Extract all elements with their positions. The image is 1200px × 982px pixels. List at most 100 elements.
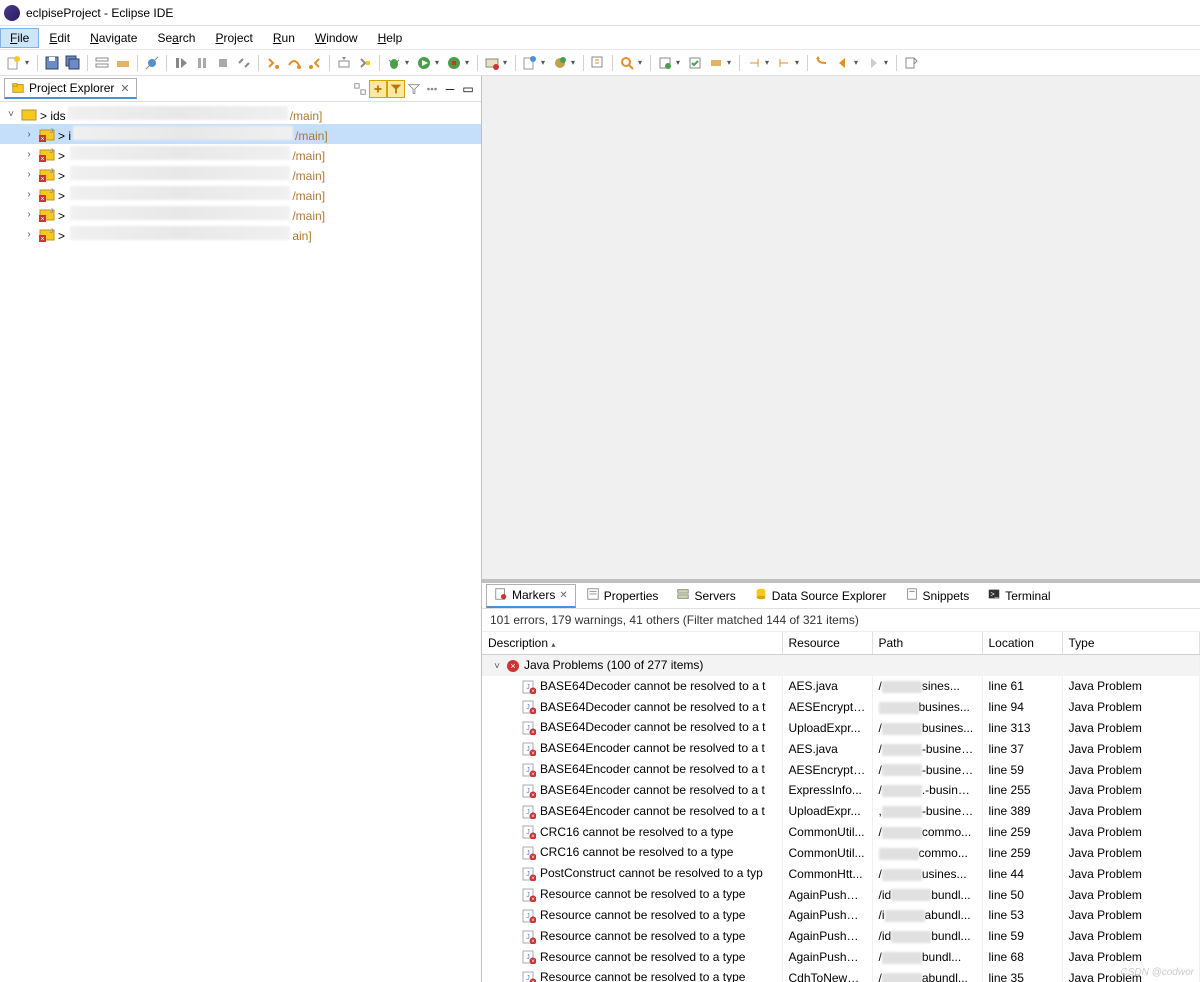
maximize-button[interactable]: ▭ [459,80,477,98]
new-package-button[interactable] [550,53,570,73]
tree-item[interactable]: ›×J> /main] [0,144,481,164]
terminate-button[interactable] [213,53,233,73]
problem-row[interactable]: J×BASE64Encoder cannot be resolved to a … [482,801,1200,822]
step-over-button[interactable] [284,53,304,73]
run-button[interactable] [414,53,434,73]
problem-row[interactable]: J×BASE64Decoder cannot be resolved to a … [482,717,1200,738]
pin-editor-button[interactable] [901,53,921,73]
tree-item[interactable]: ›×J> /main] [0,184,481,204]
dropdown-caret[interactable]: ▾ [503,58,511,67]
tab-servers[interactable]: Servers [668,584,743,607]
resume-button[interactable] [171,53,191,73]
search-button[interactable] [617,53,637,73]
suspend-button[interactable] [192,53,212,73]
step-into-button[interactable] [263,53,283,73]
problem-row[interactable]: J×Resource cannot be resolved to a typeA… [482,926,1200,947]
menu-help[interactable]: Help [368,28,413,48]
pin-button[interactable] [706,53,726,73]
problem-row[interactable]: J×Resource cannot be resolved to a typeA… [482,947,1200,968]
tree-item[interactable]: ›×J> i/main] [0,124,481,144]
menu-project[interactable]: Project [205,28,262,48]
dropdown-caret[interactable]: ▾ [571,58,579,67]
menu-window[interactable]: Window [305,28,368,48]
menu-search[interactable]: Search [147,28,205,48]
expand-toggle[interactable]: › [22,149,36,160]
menu-navigate[interactable]: Navigate [80,28,147,48]
toggle-breadcrumb-button[interactable] [92,53,112,73]
close-tab-button[interactable]: ✕ [559,590,567,601]
tab-properties[interactable]: Properties [578,584,667,607]
step-return-button[interactable] [305,53,325,73]
dropdown-caret[interactable]: ▾ [465,58,473,67]
disconnect-button[interactable] [234,53,254,73]
problem-row[interactable]: J×BASE64Encoder cannot be resolved to a … [482,780,1200,801]
column-description[interactable]: Description ▴ [482,632,782,655]
tab-terminal[interactable]: >_Terminal [979,584,1058,607]
dropdown-caret[interactable]: ▾ [765,58,773,67]
new-button[interactable] [4,53,24,73]
tree-item[interactable]: ›×J> /main] [0,164,481,184]
problem-row[interactable]: J×BASE64Decoder cannot be resolved to a … [482,676,1200,697]
problem-row[interactable]: J×BASE64Decoder cannot be resolved to a … [482,697,1200,718]
open-type-button[interactable] [588,53,608,73]
run-server-button[interactable] [482,53,502,73]
column-type[interactable]: Type [1062,632,1200,655]
dropdown-caret[interactable]: ▾ [541,58,549,67]
menu-run[interactable]: Run [263,28,305,48]
dropdown-caret[interactable]: ▾ [435,58,443,67]
dropdown-caret[interactable]: ▾ [727,58,735,67]
view-menu-button[interactable] [423,80,441,98]
markers-table[interactable]: Description ▴ResourcePathLocationType ˅×… [482,632,1200,982]
new-java-button[interactable] [520,53,540,73]
problem-row[interactable]: J×Resource cannot be resolved to a typeA… [482,905,1200,926]
column-location[interactable]: Location [982,632,1062,655]
expand-toggle[interactable]: › [22,229,36,240]
problem-row[interactable]: J×CRC16 cannot be resolved to a typeComm… [482,842,1200,863]
expand-toggle[interactable]: › [22,169,36,180]
column-resource[interactable]: Resource [782,632,872,655]
menu-edit[interactable]: Edit [39,28,80,48]
save-all-button[interactable] [63,53,83,73]
expand-toggle[interactable]: › [22,129,36,140]
expand-toggle[interactable]: › [22,209,36,220]
dropdown-caret[interactable]: ▾ [795,58,803,67]
problem-group-row[interactable]: ˅×Java Problems (100 of 277 items) [482,655,1200,676]
prev-annotation-button[interactable] [744,53,764,73]
dropdown-caret[interactable]: ▾ [638,58,646,67]
forward-button[interactable] [863,53,883,73]
filter-button[interactable] [405,80,423,98]
project-tree[interactable]: ˅ > ids/main] ›×J> i/main]›×J> /main]›×J… [0,102,481,982]
project-explorer-tab[interactable]: Project Explorer ✕ [4,78,137,99]
problem-row[interactable]: J×Resource cannot be resolved to a typeC… [482,967,1200,982]
skip-breakpoints-button[interactable] [142,53,162,73]
problem-row[interactable]: J×BASE64Encoder cannot be resolved to a … [482,738,1200,759]
problem-row[interactable]: J×BASE64Encoder cannot be resolved to a … [482,759,1200,780]
dropdown-caret[interactable]: ▾ [854,58,862,67]
dropdown-caret[interactable]: ▾ [884,58,892,67]
tree-root[interactable]: ˅ > ids/main] [0,104,481,124]
dropdown-caret[interactable]: ▾ [676,58,684,67]
tree-item[interactable]: ›×J> ain] [0,224,481,244]
drop-to-frame-button[interactable] [334,53,354,73]
save-button[interactable] [42,53,62,73]
tab-snippets[interactable]: Snippets [897,584,978,607]
menu-file[interactable]: File [0,28,39,48]
tree-item[interactable]: ›×J> /main] [0,204,481,224]
problem-row[interactable]: J×CRC16 cannot be resolved to a typeComm… [482,822,1200,843]
back-button[interactable] [833,53,853,73]
minimize-button[interactable]: ─ [441,80,459,98]
close-tab-button[interactable]: ✕ [120,82,129,95]
dropdown-caret[interactable]: ▾ [25,58,33,67]
build-button[interactable] [113,53,133,73]
expand-toggle[interactable]: › [22,189,36,200]
debug-button[interactable] [384,53,404,73]
step-filters-button[interactable] [355,53,375,73]
toggle-ant-button[interactable] [655,53,675,73]
problem-row[interactable]: J×Resource cannot be resolved to a typeA… [482,884,1200,905]
dropdown-caret[interactable]: ▾ [405,58,413,67]
expand-toggle[interactable]: ˅ [4,109,18,120]
next-annotation-button[interactable] [774,53,794,73]
tab-markers[interactable]: Markers✕ [486,584,576,608]
column-path[interactable]: Path [872,632,982,655]
last-edit-button[interactable] [812,53,832,73]
